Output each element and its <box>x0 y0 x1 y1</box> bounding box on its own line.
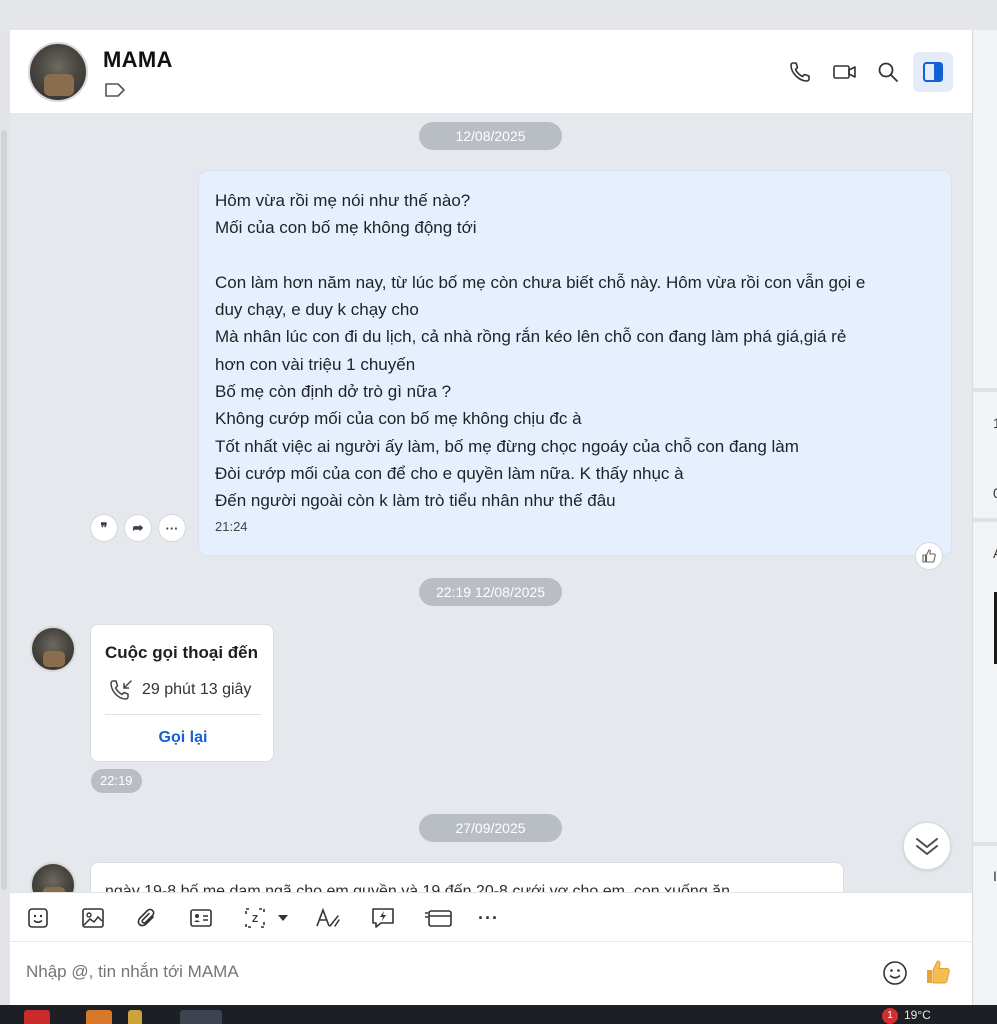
panel-divider <box>973 518 997 522</box>
date-separator: 12/08/2025 <box>419 122 562 150</box>
right-info-panel-edge: 1 0 A I <box>972 30 997 1005</box>
panel-text-3: A <box>993 545 997 561</box>
panel-divider <box>973 388 997 392</box>
incoming-message-bubble[interactable]: ngày 19-8 bố mẹ dam ngã cho em quyền và … <box>90 862 844 892</box>
panel-text-4: I <box>993 868 997 884</box>
message-line: hơn con vài triệu 1 chuyến <box>215 354 416 374</box>
quote-icon: ❞ <box>100 520 108 535</box>
taskbar-app-icon[interactable] <box>24 1010 50 1024</box>
card-payment-icon[interactable] <box>425 906 453 930</box>
message-line: Không cướp mối của con bố mẹ không chịu … <box>215 409 582 429</box>
message-input[interactable] <box>26 962 846 982</box>
dropdown-caret-icon[interactable] <box>277 906 289 930</box>
label-tag-icon[interactable] <box>104 82 126 103</box>
message-composer <box>10 942 972 1005</box>
thumbs-up-icon <box>922 549 936 563</box>
chevron-double-down-icon <box>916 838 938 855</box>
call-duration: 29 phút 13 giây <box>142 681 252 698</box>
sidebar-toggle-icon[interactable] <box>913 52 953 92</box>
quick-like-button[interactable] <box>924 958 952 991</box>
video-call-icon[interactable] <box>830 57 860 87</box>
panel-text-2: 0 <box>993 485 997 501</box>
os-taskbar: 1 19°C <box>0 1005 997 1024</box>
svg-text:Z: Z <box>252 914 258 925</box>
date-separator: 27/09/2025 <box>419 814 562 842</box>
more-options-button[interactable]: ··· <box>158 514 186 542</box>
taskbar-app-icon[interactable] <box>86 1010 112 1024</box>
message-line: Đòi cướp mối của con để cho e quyền làm … <box>215 463 684 483</box>
message-timestamp: 21:24 <box>215 519 248 534</box>
image-icon[interactable] <box>81 906 105 930</box>
message-line: Mối của con bố mẹ không động tới <box>215 218 477 238</box>
incoming-call-icon <box>109 679 133 706</box>
composer-toolbar: Z ··· <box>10 892 972 942</box>
chat-header: MAMA <box>10 30 972 114</box>
notification-badge[interactable]: 1 <box>882 1008 898 1024</box>
more-icon: ··· <box>165 520 179 536</box>
text-format-icon[interactable] <box>315 906 341 930</box>
contact-avatar[interactable] <box>28 42 88 102</box>
left-scroll-edge <box>0 30 10 1005</box>
more-icon[interactable]: ··· <box>478 906 499 930</box>
message-line: duy chạy, e duy k chạy cho <box>215 300 419 320</box>
panel-divider <box>973 842 997 846</box>
contact-card-icon[interactable] <box>189 906 213 930</box>
message-line: Hôm vừa rồi mẹ nói như thế nào? <box>215 191 471 210</box>
taskbar-app-icon[interactable] <box>128 1010 142 1024</box>
attachment-icon[interactable] <box>135 906 159 930</box>
date-separator: 22:19 12/08/2025 <box>419 578 562 606</box>
panel-text-1: 1 <box>993 415 997 431</box>
reaction-like-button[interactable] <box>915 542 943 570</box>
emoji-icon[interactable] <box>882 960 908 991</box>
weather-temperature[interactable]: 19°C <box>904 1008 931 1022</box>
incoming-call-card: Cuộc gọi thoại đến 29 phút 13 giây Gọi l… <box>90 624 274 762</box>
message-list[interactable]: 12/08/2025 Hôm vừa rồi mẹ nói như thế nà… <box>10 114 972 892</box>
message-line: Con làm hơn năm nay, từ lúc bố mẹ còn ch… <box>215 272 866 292</box>
forward-icon: ➦ <box>132 520 144 535</box>
message-line: Bố mẹ còn định dở trò gì nữa ? <box>215 382 452 402</box>
call-timestamp: 22:19 <box>91 769 142 793</box>
search-icon[interactable] <box>873 57 903 87</box>
sender-avatar[interactable] <box>30 626 76 672</box>
message-line <box>215 242 940 269</box>
chat-window: MAMA 12/08/2025 Hôm vừa rồi mẹ nói như t… <box>10 30 972 1005</box>
message-action-bar: ❞ ➦ ··· <box>90 514 186 542</box>
contact-name[interactable]: MAMA <box>103 47 173 73</box>
message-line: Mà nhân lúc con đi du lịch, cả nhà rồng … <box>215 327 847 347</box>
window-top-strip <box>0 0 997 30</box>
outgoing-message-bubble[interactable]: Hôm vừa rồi mẹ nói như thế nào? Mối của … <box>198 170 952 556</box>
call-back-button[interactable]: Gọi lại <box>91 715 275 761</box>
thumbs-up-icon <box>927 960 950 984</box>
left-scrollbar-thumb[interactable] <box>1 130 7 890</box>
quick-message-icon[interactable] <box>370 906 396 930</box>
scroll-to-bottom-button[interactable] <box>903 822 951 870</box>
call-title: Cuộc gọi thoại đến <box>105 643 258 662</box>
screenshot-icon[interactable]: Z <box>243 906 267 930</box>
message-line: Tốt nhất việc ai người ấy làm, bố mẹ đừn… <box>215 436 799 456</box>
sender-avatar[interactable] <box>30 862 76 892</box>
message-text: ngày 19-8 bố mẹ dam ngã cho em quyền và … <box>105 883 730 892</box>
taskbar-app-icon[interactable] <box>180 1010 222 1024</box>
quote-reply-button[interactable]: ❞ <box>90 514 118 542</box>
phone-icon[interactable] <box>785 57 815 87</box>
sticker-icon[interactable] <box>27 906 49 930</box>
message-line: Đến người ngoài còn k làm trò tiểu nhân … <box>215 491 616 511</box>
message-text: Hôm vừa rồi mẹ nói như thế nào? Mối của … <box>215 187 940 515</box>
forward-button[interactable]: ➦ <box>124 514 152 542</box>
